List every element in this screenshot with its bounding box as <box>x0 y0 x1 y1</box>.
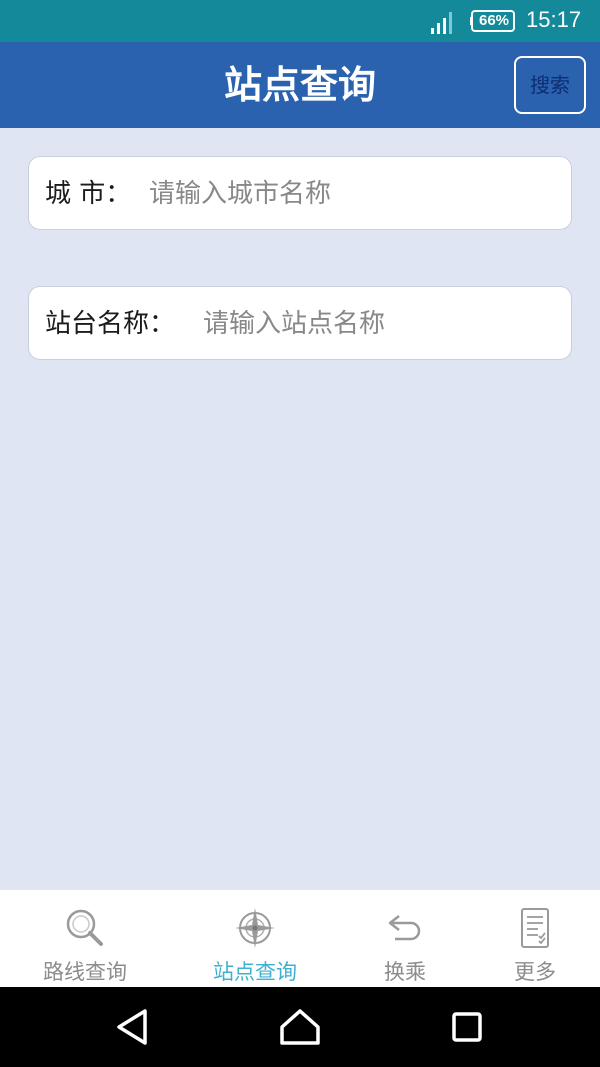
bottom-tab-bar: 路线查询 站点查询 换乘 更多 <box>0 890 600 987</box>
return-arrow-icon <box>388 915 421 941</box>
tab-label: 换乘 <box>384 960 426 984</box>
search-button[interactable]: 搜索 <box>514 56 586 114</box>
city-label: 城 市： <box>45 179 132 209</box>
app-header: 站点查询 搜索 <box>0 42 600 128</box>
status-bar: 66% 15:17 <box>0 0 600 42</box>
station-field: 站台名称： <box>28 286 572 360</box>
magnifier-icon <box>66 909 103 946</box>
station-label: 站台名称： <box>45 309 176 339</box>
city-input[interactable] <box>149 169 559 219</box>
city-field: 城 市： <box>28 156 572 230</box>
recents-icon[interactable] <box>443 1003 491 1051</box>
signal-icon <box>431 12 452 34</box>
tab-label: 站点查询 <box>213 960 297 984</box>
station-input[interactable] <box>203 299 559 349</box>
tab-more[interactable]: 更多 <box>460 890 600 987</box>
tab-route-query[interactable]: 路线查询 <box>10 890 160 987</box>
tab-transfer[interactable]: 换乘 <box>330 890 480 987</box>
tab-station-query[interactable]: 站点查询 <box>180 890 330 987</box>
checklist-icon <box>521 908 549 948</box>
tab-label: 路线查询 <box>43 960 127 984</box>
back-icon[interactable] <box>109 1003 157 1051</box>
page-title: 站点查询 <box>223 63 376 107</box>
clock: 15:17 <box>526 7 582 32</box>
compass-icon <box>235 908 275 948</box>
home-icon[interactable] <box>276 1003 324 1051</box>
system-nav-bar <box>0 987 600 1067</box>
battery-level: 66% <box>478 12 510 29</box>
tab-label: 更多 <box>514 960 556 984</box>
